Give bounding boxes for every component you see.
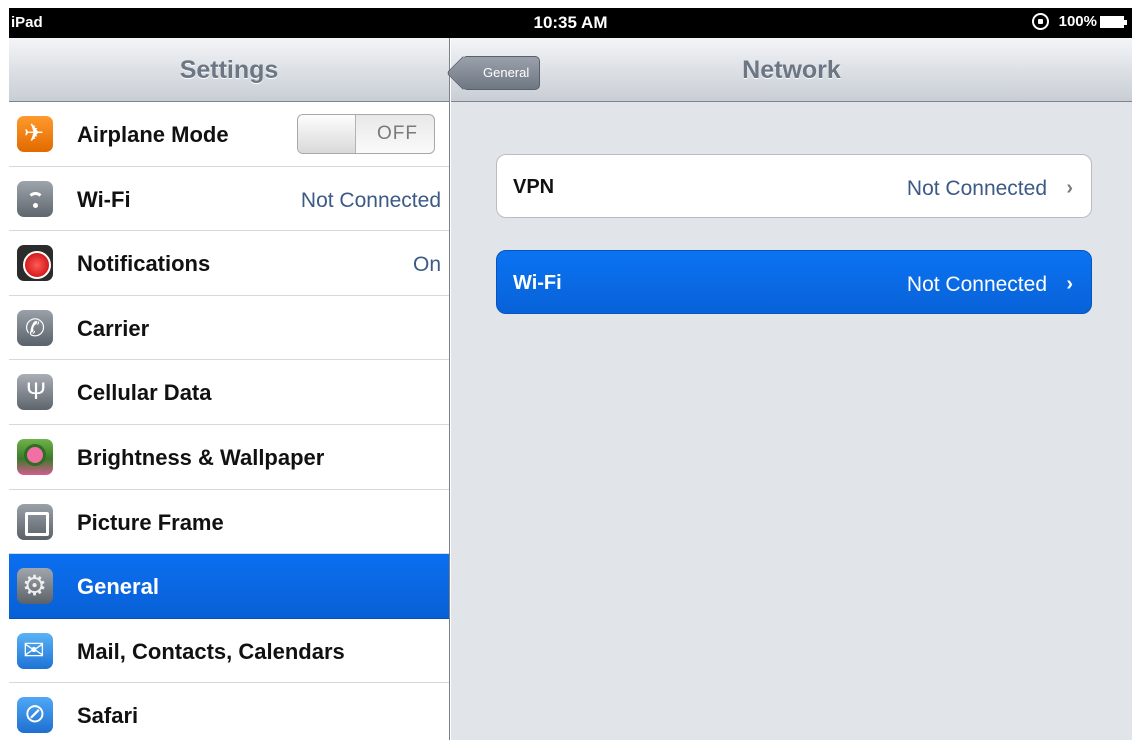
settings-item-label: Wi-Fi <box>77 186 131 212</box>
notifications-status: On <box>412 253 441 277</box>
settings-item-cellular-data[interactable]: Cellular Data <box>9 360 449 425</box>
settings-item-label: Airplane Mode <box>77 122 229 147</box>
vpn-status: Not Connected <box>906 177 1047 200</box>
notifications-icon <box>17 245 53 282</box>
toggle-state: OFF <box>377 123 418 144</box>
network-cell-vpn[interactable]: VPN Not Connected › <box>496 154 1092 218</box>
brightness-wallpaper-icon <box>17 438 53 475</box>
settings-item-mail-contacts-calendars[interactable]: Mail, Contacts, Calendars <box>9 618 449 684</box>
general-icon <box>17 568 53 605</box>
settings-item-notifications[interactable]: Notifications On <box>9 231 449 296</box>
airplane-mode-toggle[interactable]: OFF <box>297 114 435 154</box>
clock: 10:35 AM <box>533 13 608 32</box>
settings-item-brightness-wallpaper[interactable]: Brightness & Wallpaper <box>9 424 449 490</box>
ipad-screen: iPad 10:35 AM 100% Settings Airplane Mod… <box>9 8 1132 740</box>
settings-item-label: Cellular Data <box>77 380 212 406</box>
settings-item-safari[interactable]: Safari <box>9 683 449 740</box>
settings-item-label: Safari <box>77 703 139 729</box>
settings-item-label: Notifications <box>77 251 211 277</box>
airplane-icon <box>17 116 53 152</box>
battery-percent: 100% <box>1058 13 1097 30</box>
orientation-lock-icon <box>1031 13 1049 30</box>
cell-label: Wi-Fi <box>513 272 562 294</box>
master-title: Settings <box>179 56 279 84</box>
detail-title: Network <box>742 56 841 84</box>
status-right: 100% <box>1031 13 1127 30</box>
settings-item-label: Carrier <box>77 315 150 341</box>
status-bar: iPad 10:35 AM 100% <box>9 8 1132 38</box>
settings-list: Airplane Mode OFF Wi-Fi Not Connected No… <box>9 102 449 740</box>
chevron-right-icon: › <box>1066 273 1073 295</box>
wifi-status: Not Connected <box>300 188 441 212</box>
network-cell-wifi[interactable]: Wi-Fi Not Connected › <box>496 250 1092 314</box>
settings-item-carrier[interactable]: Carrier <box>9 295 449 361</box>
wifi-icon <box>17 180 53 217</box>
settings-item-picture-frame[interactable]: Picture Frame <box>9 489 449 555</box>
battery-icon <box>1100 15 1127 28</box>
master-navbar: Settings <box>9 38 449 102</box>
settings-item-label: Mail, Contacts, Calendars <box>77 638 345 664</box>
carrier-icon <box>17 309 53 346</box>
network-detail-pane: General Network VPN Not Connected › Wi-F… <box>451 38 1132 740</box>
settings-item-label: Brightness & Wallpaper <box>77 444 325 470</box>
settings-master-pane: Settings Airplane Mode OFF Wi-Fi Not Con… <box>9 38 450 740</box>
settings-item-label: General <box>77 574 159 600</box>
detail-navbar: General Network <box>451 38 1132 102</box>
settings-item-general[interactable]: General <box>9 554 449 619</box>
settings-item-label: Picture Frame <box>77 509 224 535</box>
wifi-network-status: Not Connected <box>906 273 1047 296</box>
cell-label: VPN <box>513 176 555 198</box>
cellular-data-icon <box>17 374 53 411</box>
settings-item-airplane-mode[interactable]: Airplane Mode OFF <box>9 102 449 167</box>
toggle-knob <box>298 115 356 153</box>
mail-icon <box>17 632 53 669</box>
settings-item-wifi[interactable]: Wi-Fi Not Connected <box>9 166 449 232</box>
picture-frame-icon <box>17 503 53 540</box>
chevron-right-icon: › <box>1066 177 1073 199</box>
safari-icon <box>17 697 53 734</box>
